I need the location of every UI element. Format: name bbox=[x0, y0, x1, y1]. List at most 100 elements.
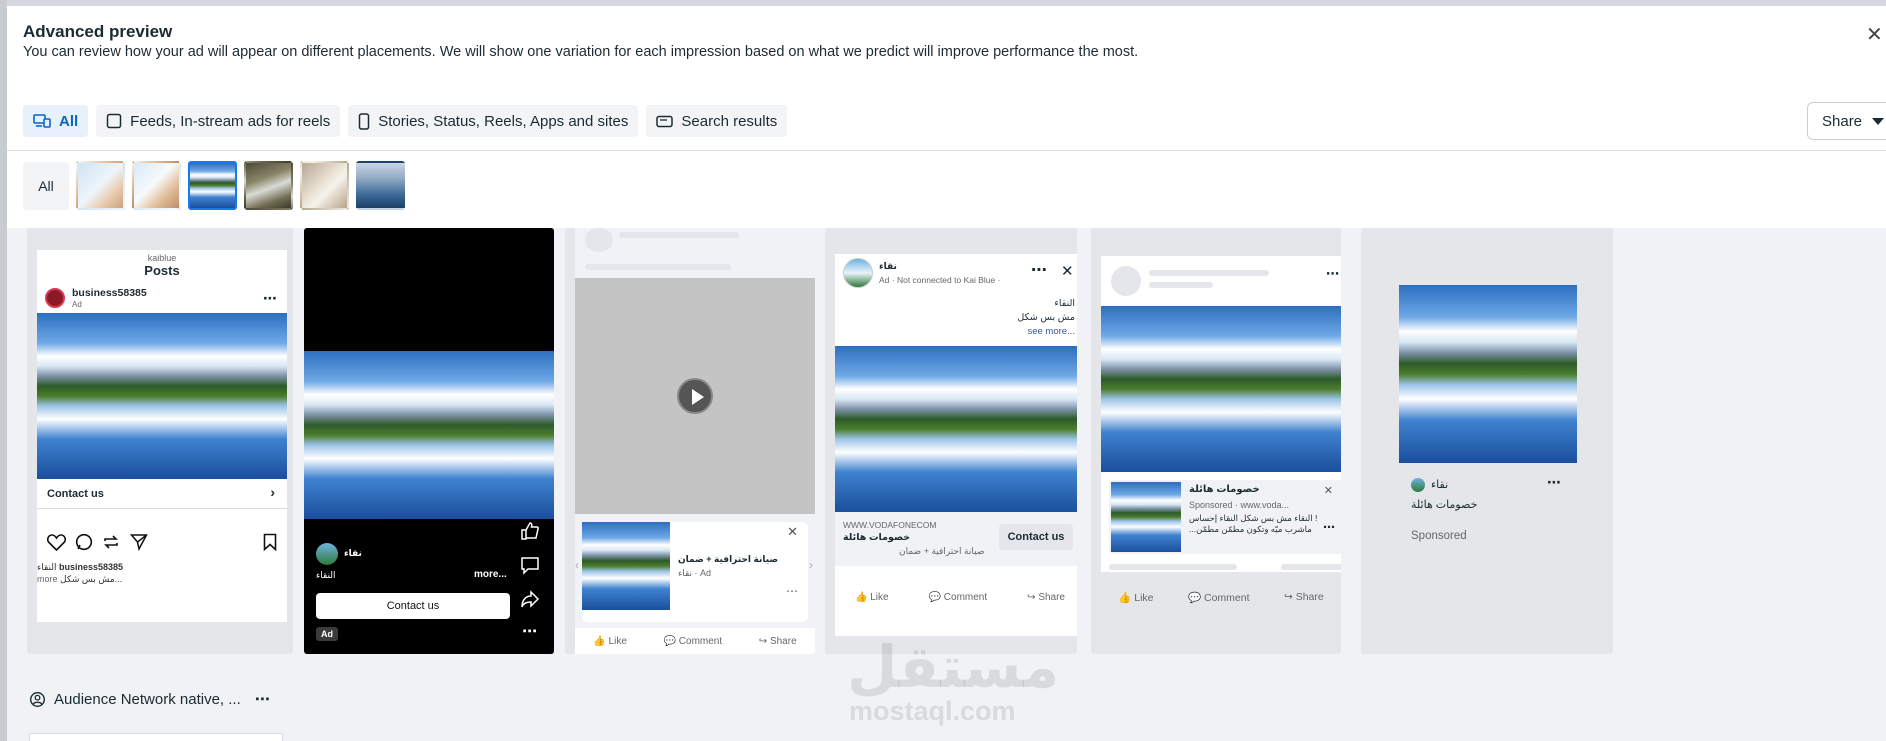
comment-button[interactable]: 💬 Comment bbox=[1188, 591, 1250, 604]
dialog-subtitle: You can review how your ad will appear o… bbox=[23, 44, 1139, 60]
watermark-url: mostaql.com bbox=[849, 696, 1016, 726]
preview-instagram-profile[interactable]: kaiblue Posts business58385 Ad ⋯ Contact… bbox=[27, 228, 293, 654]
heart-icon[interactable] bbox=[47, 534, 66, 551]
share-button[interactable]: Share bbox=[1807, 102, 1886, 140]
thumbnail-water-glass[interactable] bbox=[356, 161, 405, 210]
like-label: Like bbox=[608, 635, 627, 647]
more-link[interactable]: more... bbox=[474, 569, 507, 580]
audience-network-icon bbox=[29, 691, 46, 707]
tab-stories[interactable]: Stories, Status, Reels, Apps and sites bbox=[348, 105, 639, 137]
more-icon[interactable]: ⋯ bbox=[1031, 260, 1047, 280]
preview-facebook-feed[interactable]: نقاء Ad · Not connected to Kai Blue · ⋯ … bbox=[825, 228, 1077, 654]
ad-sponsored: Sponsored · www.voda... bbox=[1189, 500, 1290, 510]
more-icon[interactable]: ⋯ bbox=[1547, 474, 1561, 491]
skeleton-line bbox=[1149, 282, 1213, 288]
skeleton-avatar bbox=[585, 228, 613, 252]
like-button[interactable]: 👍 Like bbox=[855, 592, 889, 603]
share-button[interactable]: ↪ Share bbox=[1027, 592, 1065, 603]
share-button[interactable]: ↪ Share bbox=[1284, 591, 1324, 603]
page-name: نقاء bbox=[344, 548, 362, 558]
tab-feeds[interactable]: Feeds, In-stream ads for reels bbox=[96, 105, 341, 137]
thumbnail-boy-poster[interactable] bbox=[76, 161, 125, 210]
like-icon[interactable] bbox=[520, 521, 540, 541]
placement-previews: kaiblue Posts business58385 Ad ⋯ Contact… bbox=[7, 228, 1886, 741]
thumbnail-waterfall[interactable] bbox=[244, 161, 293, 210]
more-icon[interactable]: ⋯ bbox=[1323, 520, 1335, 534]
ad-image bbox=[304, 351, 554, 519]
tab-label: Stories, Status, Reels, Apps and sites bbox=[378, 112, 629, 130]
dialog-title: Advanced preview bbox=[23, 22, 173, 41]
close-icon[interactable]: ✕ bbox=[1324, 484, 1333, 497]
audience-network-row[interactable]: Audience Network native, ... ⋯ bbox=[29, 690, 270, 708]
comment-icon[interactable] bbox=[520, 555, 540, 575]
ad-headline: خصومات هائلة bbox=[1189, 484, 1260, 495]
chevron-right-icon[interactable]: › bbox=[809, 558, 813, 572]
share-icon[interactable] bbox=[520, 589, 540, 609]
link-headline: خصومات هائلة bbox=[843, 532, 911, 543]
caption: النقاء business58385 bbox=[37, 562, 123, 573]
comment-icon[interactable] bbox=[75, 533, 93, 551]
ad-badge: Ad bbox=[316, 627, 338, 641]
caption-line2: more مش بس شكل... bbox=[37, 574, 122, 585]
close-icon[interactable]: ✕ bbox=[787, 524, 798, 540]
watermark: مستقل bbox=[847, 633, 1060, 701]
play-icon[interactable] bbox=[677, 378, 713, 414]
preview-video-feed[interactable]: صيانة احترافية + ضمان نقاء · Ad ✕ ⋯ ‹ › … bbox=[565, 228, 815, 654]
audience-network-label: Audience Network native, ... bbox=[54, 690, 241, 708]
cta-contact-us[interactable]: Contact us bbox=[999, 524, 1073, 550]
preview-reels[interactable]: نقاء النقاء more... Contact us Ad ⋯ bbox=[304, 228, 554, 654]
reels-caption: النقاء bbox=[316, 570, 336, 580]
close-icon[interactable]: ✕ bbox=[1061, 262, 1074, 280]
like-button[interactable]: 👍 Like bbox=[1118, 591, 1153, 604]
tab-all[interactable]: All bbox=[23, 105, 89, 137]
carousel-headline: صيانة احترافية + ضمان bbox=[678, 554, 779, 564]
carousel-card[interactable]: صيانة احترافية + ضمان نقاء · Ad ✕ ⋯ bbox=[582, 522, 808, 622]
thumbnail-hand-glass[interactable] bbox=[300, 161, 349, 210]
more-icon[interactable]: ⋯ bbox=[786, 584, 798, 598]
share-label: Share bbox=[1038, 591, 1065, 603]
ad-unit[interactable]: خصومات هائلة Sponsored · www.voda... الن… bbox=[1109, 480, 1341, 554]
post-text-2: مش بس شكل bbox=[1017, 312, 1075, 323]
share-button[interactable]: ↪ Share bbox=[759, 636, 797, 647]
cta-contact-us[interactable]: Contact us bbox=[316, 593, 510, 619]
like-button[interactable]: 👍 Like bbox=[593, 636, 627, 647]
comment-button[interactable]: 💬 Comment bbox=[929, 592, 988, 603]
close-icon[interactable]: ✕ bbox=[1866, 22, 1886, 47]
more-icon[interactable]: ⋯ bbox=[1326, 266, 1339, 282]
thumbnail-lake-selected[interactable] bbox=[188, 161, 237, 210]
ad-meta: Ad · Not connected to Kai Blue · bbox=[879, 275, 1001, 285]
separator bbox=[37, 508, 287, 509]
more-icon[interactable]: ⋯ bbox=[522, 622, 537, 640]
preview-marketplace[interactable]: نقاء ⋯ خصومات هائلة Sponsored bbox=[1361, 228, 1613, 654]
chevron-left-icon[interactable]: ‹ bbox=[575, 558, 579, 572]
action-bar: 👍 Like 💬 Comment ↪ Share bbox=[1101, 584, 1341, 610]
more-icon[interactable]: ⋯ bbox=[263, 290, 277, 307]
send-icon[interactable] bbox=[130, 533, 148, 551]
chevron-down-icon bbox=[1872, 117, 1885, 125]
page-avatar bbox=[316, 543, 338, 565]
divider bbox=[7, 150, 1886, 151]
comment-button[interactable]: 💬 Comment bbox=[664, 636, 723, 647]
action-bar: 👍 Like 💬 Comment ↪ Share bbox=[575, 628, 815, 654]
see-more-link[interactable]: see more... bbox=[1027, 326, 1075, 337]
bookmark-icon[interactable] bbox=[263, 533, 277, 551]
preview-right-column[interactable]: ⋯ خصومات هائلة Sponsored · www.voda... ا… bbox=[1091, 228, 1341, 654]
comment-label: Comment bbox=[943, 591, 988, 603]
page-avatar bbox=[843, 258, 873, 288]
ad-desc-2: ...ماشرب ميّه وتكون مطمّن مطمّن bbox=[1189, 524, 1312, 534]
thumbnail-boy-poster-2[interactable] bbox=[132, 161, 181, 210]
ad-thumb bbox=[1111, 482, 1181, 552]
cta-contact-us[interactable]: Contact us bbox=[47, 488, 104, 500]
skeleton-line bbox=[585, 264, 731, 270]
link-url: WWW.VODAFONECOM bbox=[843, 520, 937, 530]
audience-network-preview bbox=[29, 733, 283, 741]
tab-search-results[interactable]: Search results bbox=[646, 105, 788, 137]
repost-icon[interactable] bbox=[102, 533, 120, 551]
ad-desc-1: النقاء مش بس شكل النقاء إحساس ! bbox=[1189, 513, 1318, 523]
thumbnail-all[interactable]: All bbox=[23, 161, 69, 210]
like-label: Like bbox=[870, 591, 889, 603]
more-link[interactable]: more bbox=[37, 574, 58, 584]
more-icon[interactable]: ⋯ bbox=[255, 690, 270, 708]
placement-tabs: All Feeds, In-stream ads for reels Stori… bbox=[23, 105, 788, 137]
phone-icon bbox=[359, 112, 370, 130]
